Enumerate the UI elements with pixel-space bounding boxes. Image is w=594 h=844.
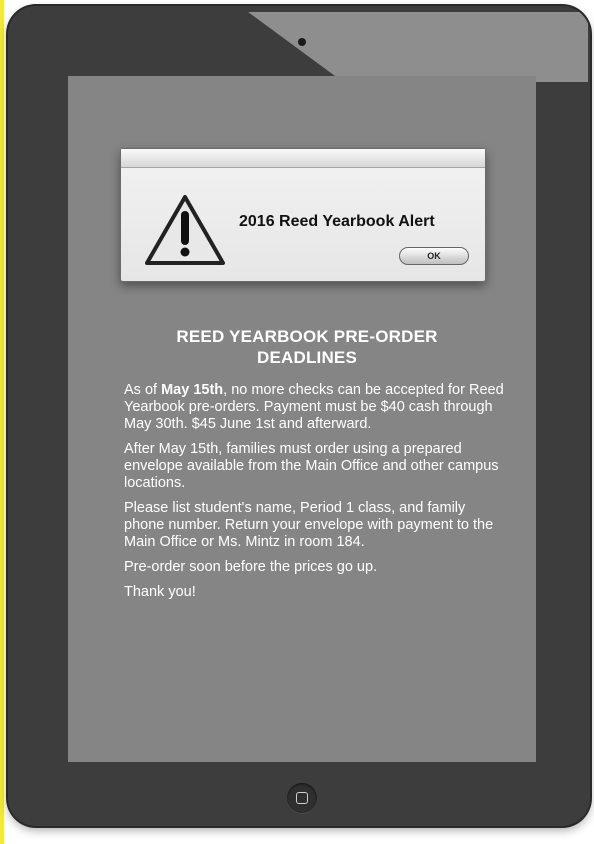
tablet-frame: 2016 Reed Yearbook Alert OK REED YEARBOO… (8, 6, 590, 826)
heading-line-2: DEADLINES (256, 348, 358, 367)
tablet-screen: 2016 Reed Yearbook Alert OK REED YEARBOO… (68, 76, 536, 762)
paragraph-thanks: Thank you! (124, 584, 196, 600)
notice-content: REED YEARBOOK PRE-ORDER DEADLINES As of … (124, 326, 504, 609)
notice-heading: REED YEARBOOK PRE-ORDER DEADLINES (124, 326, 490, 368)
home-button-icon[interactable] (287, 783, 317, 813)
ok-button[interactable]: OK (399, 247, 469, 265)
dialog-titlebar (121, 149, 485, 168)
paragraph-deadline: As of May 15th, no more checks can be ac… (124, 382, 504, 433)
heading-line-1: REED YEARBOOK PRE-ORDER (176, 327, 438, 346)
paragraph-preorder: Pre-order soon before the prices go up. (124, 559, 378, 575)
camera-dot-icon (298, 38, 306, 46)
dialog-title: 2016 Reed Yearbook Alert (239, 213, 435, 230)
warning-triangle-icon (145, 195, 225, 265)
tablet-glare (248, 12, 588, 82)
home-square (296, 792, 308, 804)
paragraph-instructions: Please list student's name, Period 1 cla… (124, 500, 494, 550)
page-edge (0, 0, 4, 844)
p1-date: May 15th (161, 382, 224, 398)
paragraph-envelope: After May 15th, families must order usin… (124, 441, 499, 491)
alert-dialog: 2016 Reed Yearbook Alert OK (120, 148, 486, 282)
p1-prefix: As of (124, 382, 162, 398)
